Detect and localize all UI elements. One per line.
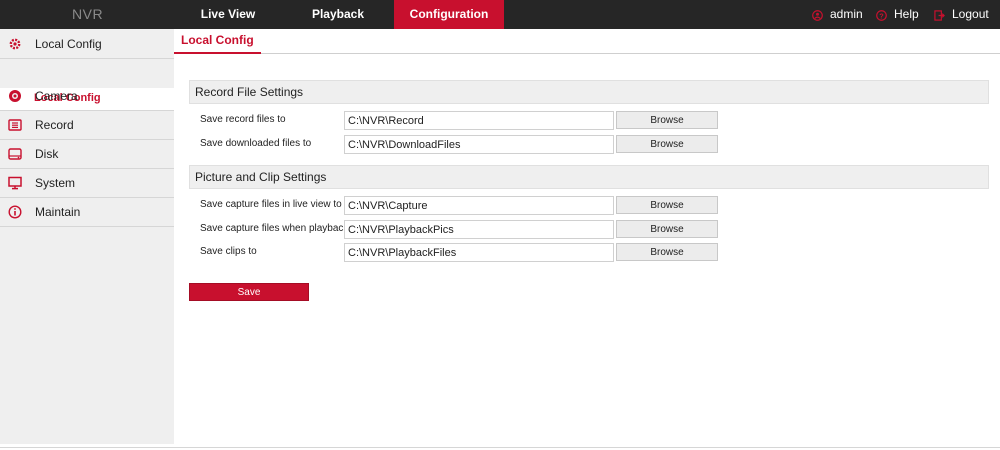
sidebar-item-record[interactable]: Record <box>0 110 174 140</box>
tab-local-config[interactable]: Local Config <box>174 29 261 54</box>
download-path-input[interactable] <box>344 135 614 154</box>
clips-path-input[interactable] <box>344 243 614 262</box>
section-header-picture-clip-settings: Picture and Clip Settings <box>189 165 989 189</box>
nav-tab-configuration[interactable]: Configuration <box>394 0 504 29</box>
info-icon <box>8 205 22 219</box>
help-link[interactable]: Help <box>894 0 919 29</box>
top-navigation-bar: NVR Live View Playback Configuration adm… <box>0 0 1000 29</box>
sidebar-item-label: Maintain <box>35 205 81 219</box>
sidebar-item-disk[interactable]: Disk <box>0 139 174 169</box>
browse-button[interactable]: Browse <box>616 111 718 129</box>
sidebar-item-label: System <box>35 176 76 190</box>
gear-icon <box>9 38 21 50</box>
user-menu[interactable]: admin <box>830 0 863 29</box>
sidebar-item-label: Record <box>35 118 74 132</box>
sidebar-item-label: Local Config <box>35 37 102 51</box>
section-header-record-file-settings: Record File Settings <box>189 80 989 104</box>
browse-button[interactable]: Browse <box>616 220 718 238</box>
section-title: Picture and Clip Settings <box>195 170 327 184</box>
nav-tab-playback[interactable]: Playback <box>282 0 394 29</box>
browse-button[interactable]: Browse <box>616 196 718 214</box>
sidebar: Local Config Local Config Camera Record … <box>0 29 174 444</box>
save-button[interactable]: Save <box>189 283 309 301</box>
monitor-icon <box>8 176 22 190</box>
record-icon <box>8 119 22 131</box>
field-label: Save capture files in live view to <box>200 199 342 210</box>
playback-pics-path-input[interactable] <box>344 220 614 239</box>
camera-icon <box>9 90 21 102</box>
field-label: Save record files to <box>200 114 286 125</box>
field-label: Save clips to <box>200 246 257 257</box>
capture-path-input[interactable] <box>344 196 614 215</box>
field-label: Save downloaded files to <box>200 138 312 149</box>
record-path-input[interactable] <box>344 111 614 130</box>
logout-icon <box>934 10 945 21</box>
browse-button[interactable]: Browse <box>616 243 718 261</box>
nav-tab-live-view[interactable]: Live View <box>174 0 282 29</box>
content-tab-bar: Local Config <box>174 29 1000 54</box>
field-label: Save capture files when playback to <box>200 223 360 234</box>
sidebar-item-label: Disk <box>35 147 59 161</box>
section-title: Record File Settings <box>195 85 304 99</box>
disk-icon <box>8 148 22 160</box>
sidebar-item-maintain[interactable]: Maintain <box>0 197 174 227</box>
footer-divider <box>0 447 1000 448</box>
sidebar-item-camera[interactable]: Camera <box>0 81 174 111</box>
sidebar-item-local-config[interactable]: Local Config <box>0 29 174 59</box>
app-logo: NVR <box>72 6 104 22</box>
sidebar-item-label: Camera <box>35 89 78 103</box>
user-icon <box>812 10 823 21</box>
logout-link[interactable]: Logout <box>952 0 989 29</box>
browse-button[interactable]: Browse <box>616 135 718 153</box>
sidebar-item-system[interactable]: System <box>0 168 174 198</box>
help-icon: ? <box>876 10 887 21</box>
svg-text:?: ? <box>879 11 884 20</box>
